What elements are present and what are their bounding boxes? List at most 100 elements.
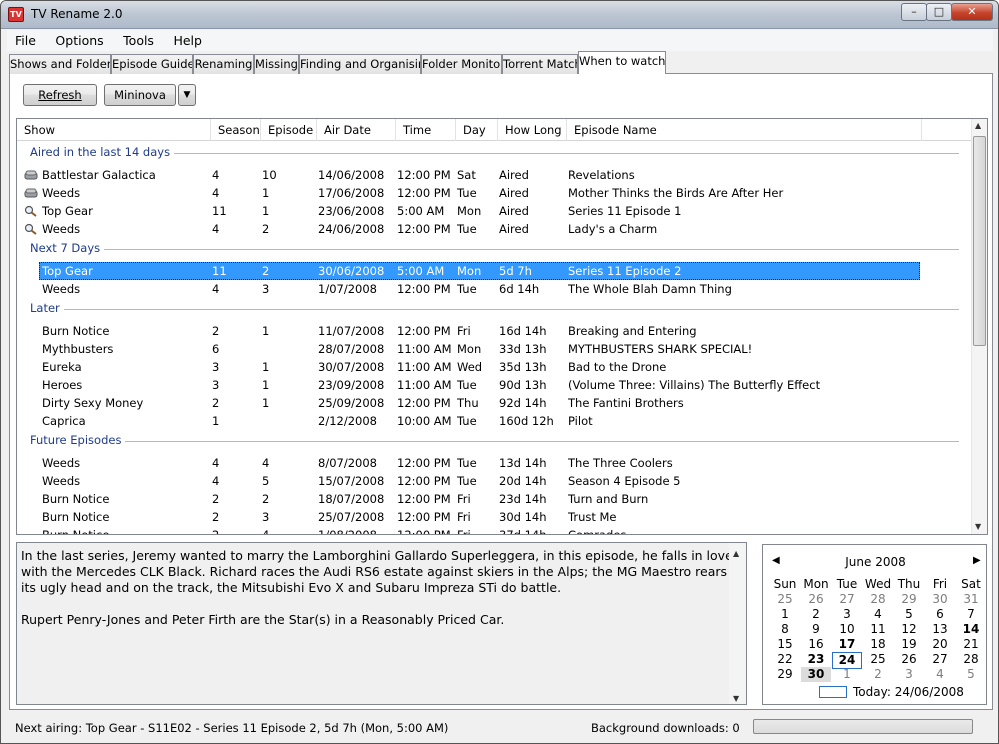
calendar-day[interactable]: 30 bbox=[925, 592, 955, 607]
menu-tools[interactable]: Tools bbox=[115, 30, 162, 48]
calendar-day[interactable]: 23 bbox=[801, 652, 831, 667]
description-scrollbar[interactable]: ▲ ▼ bbox=[729, 543, 746, 704]
calendar-today[interactable]: Today: 24/06/2008 bbox=[853, 685, 964, 699]
episode-row[interactable]: Burn Notice 2 2 18/07/2008 12:00 PM Fri 23d 14… bbox=[17, 490, 971, 508]
column-air-date[interactable]: Air Date bbox=[317, 119, 396, 141]
calendar-day[interactable]: 13 bbox=[925, 622, 955, 637]
calendar-day[interactable]: 18 bbox=[863, 637, 893, 652]
calendar-day[interactable]: 10 bbox=[832, 622, 862, 637]
calendar-day[interactable]: 25 bbox=[863, 652, 893, 667]
calendar-day[interactable]: 8 bbox=[770, 622, 800, 637]
episode-row[interactable]: Weeds 4 3 1/07/2008 12:00 PM Tue 6d 14h The Who… bbox=[17, 280, 971, 298]
scroll-up-arrow-icon[interactable]: ▲ bbox=[975, 121, 981, 130]
episode-row[interactable]: Weeds 4 2 24/06/2008 12:00 PM Tue Aired Lady's … bbox=[17, 220, 971, 238]
tv-icon: TV bbox=[8, 7, 24, 22]
calendar-day[interactable]: 3 bbox=[894, 667, 924, 682]
calendar-day[interactable]: 1 bbox=[770, 607, 800, 622]
column-time[interactable]: Time bbox=[396, 119, 456, 141]
tab-torrent-match[interactable]: Torrent Match bbox=[502, 54, 578, 74]
episode-row[interactable]: Weeds 4 5 15/07/2008 12:00 PM Tue 20d 14h Seaso… bbox=[17, 472, 971, 490]
episode-row[interactable]: Top Gear 11 1 23/06/2008 5:00 AM Mon Aired Seri… bbox=[17, 202, 971, 220]
episode-row[interactable]: Eureka 3 1 30/07/2008 11:00 AM Wed 35d 13h Bad … bbox=[17, 358, 971, 376]
calendar-day[interactable]: 21 bbox=[956, 637, 986, 652]
menu-file[interactable]: File bbox=[7, 30, 44, 48]
calendar-day[interactable]: 7 bbox=[956, 607, 986, 622]
weekday-label: Sat bbox=[961, 577, 981, 591]
list-scroll-thumb[interactable] bbox=[973, 136, 986, 346]
calendar-day[interactable]: 20 bbox=[925, 637, 955, 652]
episode-row[interactable]: Weeds 4 4 8/07/2008 12:00 PM Tue 13d 14h The Th… bbox=[17, 454, 971, 472]
tab-when-to-watch[interactable]: When to watch bbox=[578, 51, 666, 75]
column-how-long[interactable]: How Long bbox=[498, 119, 567, 141]
title-bar[interactable]: TV TV Rename 2.0 – □ ✕ bbox=[1, 1, 998, 29]
tab-renaming[interactable]: Renaming bbox=[193, 54, 254, 74]
maximize-button[interactable]: □ bbox=[926, 3, 952, 21]
episode-row[interactable]: Burn Notice 2 3 25/07/2008 12:00 PM Fri 30d 14… bbox=[17, 508, 971, 526]
episode-row[interactable]: Burn Notice 2 1 11/07/2008 12:00 PM Fri 16d 14… bbox=[17, 322, 971, 340]
calendar-day[interactable]: 4 bbox=[863, 607, 893, 622]
minimize-button[interactable]: – bbox=[901, 3, 927, 21]
list-scrollbar[interactable]: ▲ ▼ bbox=[971, 119, 987, 534]
calendar-day[interactable]: 25 bbox=[770, 592, 800, 607]
tab-folder-monitor[interactable]: Folder Monitor bbox=[421, 54, 502, 74]
calendar-day[interactable]: 19 bbox=[894, 637, 924, 652]
column-day[interactable]: Day bbox=[456, 119, 498, 141]
episode-list[interactable]: Show Season Episode Air Date Time Day Ho… bbox=[16, 118, 988, 535]
search-site-dropdown[interactable]: ▼ bbox=[178, 84, 196, 106]
scroll-down-arrow-icon[interactable]: ▼ bbox=[975, 522, 981, 531]
episode-row[interactable]: Weeds 4 1 17/06/2008 12:00 PM Tue Aired Mother … bbox=[17, 184, 971, 202]
calendar-day[interactable]: 26 bbox=[801, 592, 831, 607]
calendar-day[interactable]: 30 bbox=[801, 667, 831, 682]
episode-row[interactable]: Burn Notice 2 4 1/08/2008 12:00 PM Fri 37d 14h… bbox=[17, 526, 971, 534]
month-calendar[interactable]: ◀ June 2008 ▶ Sun Mon Tue Wed Thu Fri Sat 25 26 2… bbox=[762, 544, 987, 705]
tab-shows-and-folders[interactable]: Shows and Folders bbox=[9, 54, 111, 74]
episode-row[interactable]: Caprica 1 2/12/2008 10:00 AM Tue 160d 12h Pilo… bbox=[17, 412, 971, 430]
calendar-day[interactable]: 1 bbox=[832, 667, 862, 682]
menu-options[interactable]: Options bbox=[47, 30, 111, 48]
desc-scroll-down-icon[interactable]: ▼ bbox=[733, 691, 739, 707]
calendar-day[interactable]: 12 bbox=[894, 622, 924, 637]
calendar-day[interactable]: 4 bbox=[925, 667, 955, 682]
calendar-day[interactable]: 14 bbox=[956, 622, 986, 637]
calendar-day[interactable]: 5 bbox=[894, 607, 924, 622]
close-button[interactable]: ✕ bbox=[951, 3, 993, 21]
column-episode-name[interactable]: Episode Name bbox=[567, 119, 922, 141]
selected-episode-row[interactable]: Top Gear 11 2 30/06/2008 5:00 AM Mon 5d 7h Seri… bbox=[17, 262, 971, 280]
episode-row[interactable]: Dirty Sexy Money 2 1 25/09/2008 12:00 PM Thu 9… bbox=[17, 394, 971, 412]
calendar-day[interactable]: 11 bbox=[863, 622, 893, 637]
calendar-day[interactable]: 17 bbox=[832, 637, 862, 652]
calendar-day[interactable]: 28 bbox=[863, 592, 893, 607]
calendar-day[interactable]: 6 bbox=[925, 607, 955, 622]
tab-missing[interactable]: Missing bbox=[254, 54, 299, 74]
search-site-button[interactable]: Mininova bbox=[104, 84, 176, 106]
desc-scroll-up-icon[interactable]: ▲ bbox=[733, 546, 739, 562]
calendar-day[interactable]: 16 bbox=[801, 637, 831, 652]
refresh-button[interactable]: Refresh bbox=[23, 84, 97, 106]
calendar-day[interactable]: 3 bbox=[832, 607, 862, 622]
calendar-day[interactable]: 28 bbox=[956, 652, 986, 667]
menu-help[interactable]: Help bbox=[165, 30, 210, 48]
calendar-week: 8 9 10 11 12 13 14 bbox=[770, 622, 984, 637]
episode-row[interactable]: Heroes 3 1 23/09/2008 11:00 AM Tue 90d 13h (Vol… bbox=[17, 376, 971, 394]
calendar-day[interactable]: 27 bbox=[832, 592, 862, 607]
episode-row[interactable]: Battlestar Galactica 4 10 14/06/2008 12:00 P… bbox=[17, 166, 971, 184]
calendar-day[interactable]: 26 bbox=[894, 652, 924, 667]
calendar-day[interactable]: 22 bbox=[770, 652, 800, 667]
calendar-day[interactable]: 15 bbox=[770, 637, 800, 652]
episode-row[interactable]: Mythbusters 6 28/07/2008 11:00 AM Mon 33d 13h… bbox=[17, 340, 971, 358]
column-episode[interactable]: Episode bbox=[261, 119, 317, 141]
calendar-day[interactable]: 9 bbox=[801, 622, 831, 637]
tab-finding-and-organising[interactable]: Finding and Organising bbox=[299, 54, 421, 74]
column-season[interactable]: Season bbox=[211, 119, 261, 141]
calendar-day[interactable]: 27 bbox=[925, 652, 955, 667]
calendar-day[interactable]: 5 bbox=[956, 667, 986, 682]
calendar-day[interactable]: 2 bbox=[863, 667, 893, 682]
calendar-day[interactable]: 29 bbox=[894, 592, 924, 607]
tab-episode-guide[interactable]: Episode Guide bbox=[111, 54, 193, 74]
column-show[interactable]: Show bbox=[17, 119, 211, 141]
cell-air: 2/12/2008 bbox=[318, 414, 377, 428]
calendar-day[interactable]: 29 bbox=[770, 667, 800, 682]
calendar-day[interactable]: 31 bbox=[956, 592, 986, 607]
next-month-arrow-icon[interactable]: ▶ bbox=[973, 555, 981, 566]
calendar-day[interactable]: 2 bbox=[801, 607, 831, 622]
